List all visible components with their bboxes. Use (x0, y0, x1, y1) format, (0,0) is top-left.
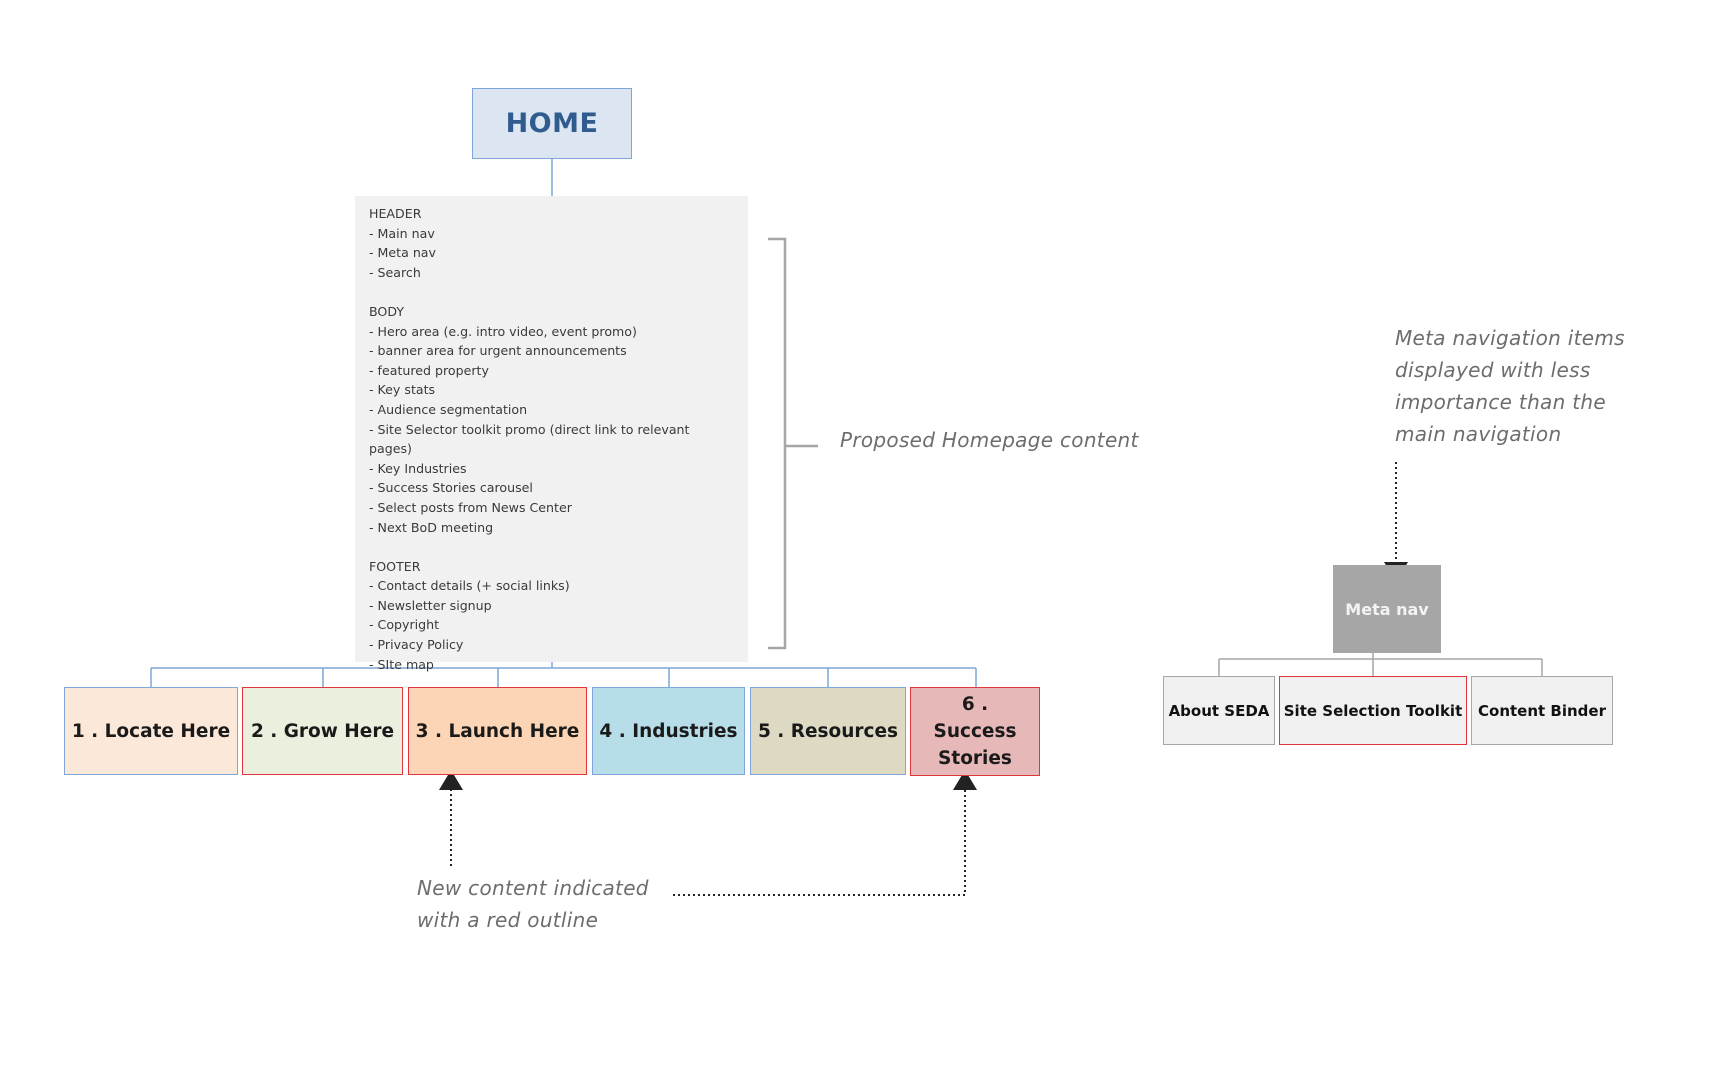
content-item: - Audience segmentation (369, 401, 528, 417)
new-content-annotation-line: with a red outline (417, 908, 599, 932)
meta-nav-item-site-selection-toolkit[interactable]: Site Selection Toolkit (1279, 676, 1467, 745)
connector-layer (150, 159, 1543, 896)
main-nav-item-grow-here[interactable]: 2 . Grow Here (242, 687, 403, 775)
content-item: - Success Stories carousel (369, 480, 533, 496)
content-item: - Hero area (e.g. intro video, event pro… (369, 323, 637, 339)
content-item: - Site Selector toolkit promo (direct li… (369, 421, 690, 457)
content-item: - Newsletter signup (369, 597, 492, 613)
content-item: - Meta nav (369, 245, 436, 261)
content-item: - Key stats (369, 382, 436, 398)
content-item: - SIte map (369, 656, 434, 672)
meta-nav-item-label: Content Binder (1478, 701, 1606, 720)
homepage-bracket (768, 237, 787, 650)
content-item: - Privacy Policy (369, 637, 464, 653)
main-nav-item-label: 4 . Industries (599, 720, 738, 742)
section-heading: BODY (369, 303, 405, 319)
section-heading: HEADER (369, 206, 422, 221)
meta-nav-node[interactable]: Meta nav (1333, 565, 1441, 653)
meta-nav-item-content-binder[interactable]: Content Binder (1471, 676, 1613, 745)
content-item: - Copyright (369, 617, 440, 633)
main-nav-item-industries[interactable]: 4 . Industries (592, 687, 745, 775)
main-nav-item-launch-here[interactable]: 3 . Launch Here (408, 687, 587, 775)
meta-nav-item-about-seda[interactable]: About SEDA (1163, 676, 1275, 745)
homepage-content-box: HEADER - Main nav - Meta nav - Search BO… (355, 196, 748, 672)
content-item: - banner area for urgent announcements (369, 343, 627, 359)
main-nav-item-label: 1 . Locate Here (71, 720, 231, 742)
main-nav-item-label: 5 . Resources (757, 720, 899, 742)
main-nav-item-success-stories[interactable]: 6 . Success Stories (910, 687, 1040, 776)
new-content-arrow-success (673, 770, 977, 896)
main-nav-item-label: 3 . Launch Here (415, 720, 580, 742)
main-nav-item-label: 2 . Grow Here (250, 720, 395, 742)
main-nav-item-resources[interactable]: 5 . Resources (750, 687, 906, 775)
main-nav-item-label: 6 . Success Stories (933, 694, 1017, 769)
content-item: - Main nav (369, 225, 435, 241)
content-item: - Select posts from News Center (369, 499, 572, 515)
new-content-annotation-line: New content indicated (417, 876, 649, 900)
content-item: - featured property (369, 362, 489, 378)
home-label: HOME (505, 108, 599, 139)
content-item: - Key Industries (369, 460, 467, 476)
meta-nav-item-label: Site Selection Toolkit (1283, 701, 1463, 720)
content-item: - Next BoD meeting (369, 519, 494, 535)
meta-nav-annotation-line: Meta navigation items (1395, 326, 1625, 350)
meta-nav-item-label: About SEDA (1168, 701, 1270, 720)
meta-nav-annotation-line: importance than the (1395, 390, 1606, 414)
section-heading: FOOTER (369, 558, 421, 574)
meta-nav-label: Meta nav (1345, 599, 1429, 619)
proposed-homepage-annotation: Proposed Homepage content (840, 428, 1139, 452)
content-section-footer: FOOTER - Contact details (+ social links… (369, 557, 734, 675)
content-section-body: BODY - Hero area (e.g. intro video, even… (369, 302, 734, 537)
meta-nav-annotation-line: main navigation (1395, 422, 1562, 446)
home-node[interactable]: HOME (472, 88, 632, 159)
meta-nav-annotation-line: displayed with less (1395, 358, 1591, 382)
content-item: - Contact details (+ social links) (369, 578, 570, 594)
content-item: - Search (369, 264, 421, 280)
main-nav-item-locate-here[interactable]: 1 . Locate Here (64, 687, 238, 775)
new-content-annotation: New content indicated with a red outline (417, 872, 649, 936)
meta-nav-annotation: Meta navigation items displayed with les… (1395, 322, 1625, 450)
content-section-header: HEADER - Main nav - Meta nav - Search (369, 204, 734, 282)
